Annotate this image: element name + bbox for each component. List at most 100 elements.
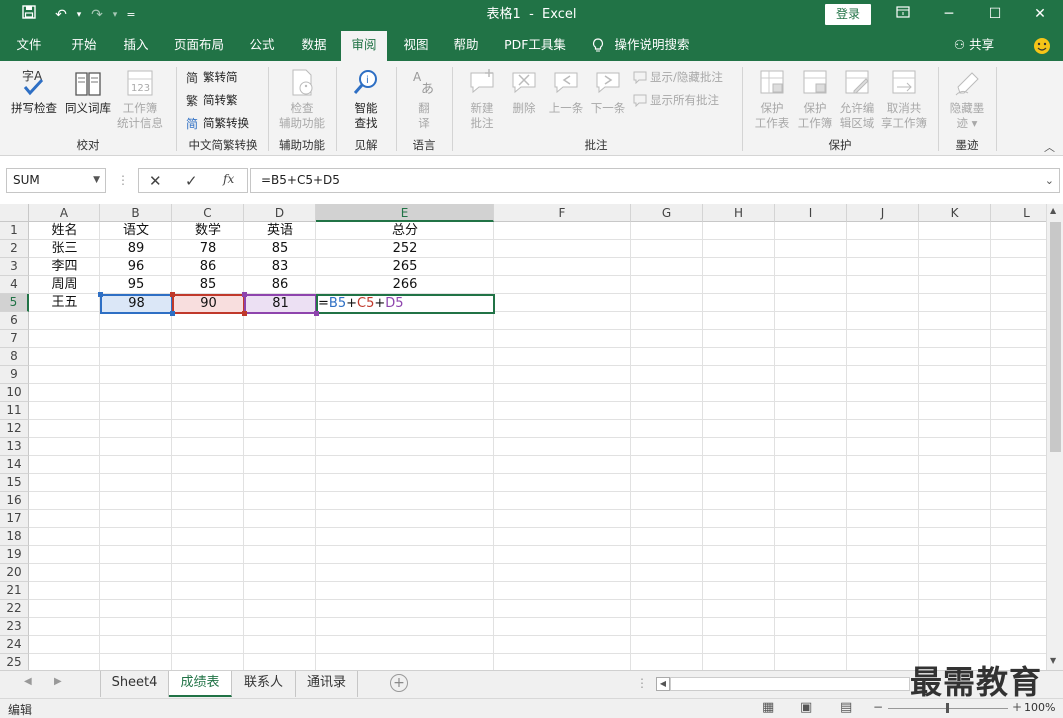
save-icon[interactable] xyxy=(18,4,40,26)
tab-home[interactable]: 开始 xyxy=(62,31,106,61)
column-header-f[interactable]: F xyxy=(494,204,631,222)
cell-a2[interactable]: 张三 xyxy=(29,240,100,258)
new-comment-button[interactable]: 新建 批注 xyxy=(460,67,504,131)
expand-formula-bar-icon[interactable]: ⌄ xyxy=(1045,169,1054,192)
row-header-1[interactable]: 1 xyxy=(0,222,29,240)
zoom-slider-thumb[interactable] xyxy=(946,703,949,713)
row-header-23[interactable]: 23 xyxy=(0,618,29,636)
formula-input[interactable]: =B5+C5+D5 ⌄ xyxy=(250,168,1060,193)
row-header-21[interactable]: 21 xyxy=(0,582,29,600)
enter-checkmark-icon[interactable]: ✓ xyxy=(185,172,198,190)
page-break-view-icon[interactable]: ▤ xyxy=(840,700,852,715)
tab-insert[interactable]: 插入 xyxy=(114,31,158,61)
column-header-h[interactable]: H xyxy=(703,204,775,222)
column-header-a[interactable]: A xyxy=(29,204,100,222)
workbook-statistics-button[interactable]: 123 工作簿 统计信息 xyxy=(114,67,166,131)
cell-e5-editing[interactable]: =B5+C5+D5 xyxy=(318,295,488,313)
row-header-24[interactable]: 24 xyxy=(0,636,29,654)
sheet-tab-grades[interactable]: 成绩表 xyxy=(169,671,232,697)
column-header-g[interactable]: G xyxy=(631,204,703,222)
close-icon[interactable]: ✕ xyxy=(1017,0,1063,29)
thesaurus-button[interactable]: 同义词库 xyxy=(62,67,114,116)
row-header-8[interactable]: 8 xyxy=(0,348,29,366)
sheet-tab-addressbook[interactable]: 通讯录 xyxy=(296,671,358,697)
cell-d4[interactable]: 86 xyxy=(244,276,316,294)
cell-d1[interactable]: 英语 xyxy=(244,222,316,240)
ribbon-display-options-icon[interactable] xyxy=(880,0,926,29)
maximize-icon[interactable]: ☐ xyxy=(972,0,1018,29)
row-header-22[interactable]: 22 xyxy=(0,600,29,618)
row-header-2[interactable]: 2 xyxy=(0,240,29,258)
ref-handle[interactable] xyxy=(314,311,319,316)
select-all-corner[interactable] xyxy=(0,204,29,222)
cell-a3[interactable]: 李四 xyxy=(29,258,100,276)
cell-a4[interactable]: 周周 xyxy=(29,276,100,294)
row-header-10[interactable]: 10 xyxy=(0,384,29,402)
column-header-b[interactable]: B xyxy=(100,204,172,222)
cell-b1[interactable]: 语文 xyxy=(100,222,172,240)
row-header-16[interactable]: 16 xyxy=(0,492,29,510)
tell-me-search[interactable]: 操作说明搜索 xyxy=(612,31,692,61)
row-header-7[interactable]: 7 xyxy=(0,330,29,348)
cell-c1[interactable]: 数学 xyxy=(172,222,244,240)
column-header-l[interactable]: L xyxy=(991,204,1046,222)
prev-sheet-icon[interactable]: ◀ xyxy=(24,676,32,687)
cell-c5[interactable]: 90 xyxy=(173,295,244,313)
sheet-tab-contacts[interactable]: 联系人 xyxy=(232,671,296,697)
tab-view[interactable]: 视图 xyxy=(394,31,438,61)
vertical-scrollbar[interactable]: ▲ ▼ xyxy=(1046,204,1063,670)
row-header-25[interactable]: 25 xyxy=(0,654,29,670)
cell-d2[interactable]: 85 xyxy=(244,240,316,258)
row-header-9[interactable]: 9 xyxy=(0,366,29,384)
insert-function-icon[interactable]: fx xyxy=(223,172,234,186)
cell-e2[interactable]: 252 xyxy=(316,240,494,258)
cell-d3[interactable]: 83 xyxy=(244,258,316,276)
tab-data[interactable]: 数据 xyxy=(292,31,336,61)
row-header-15[interactable]: 15 xyxy=(0,474,29,492)
cell-a1[interactable]: 姓名 xyxy=(29,222,100,240)
scroll-left-icon[interactable]: ◀ xyxy=(656,677,670,691)
add-sheet-icon[interactable]: + xyxy=(390,674,408,692)
ref-handle[interactable] xyxy=(170,292,175,297)
delete-comment-button[interactable]: 删除 xyxy=(504,67,544,116)
tab-formulas[interactable]: 公式 xyxy=(240,31,284,61)
column-header-i[interactable]: I xyxy=(775,204,847,222)
row-header-11[interactable]: 11 xyxy=(0,402,29,420)
name-box[interactable]: SUM ▼ xyxy=(6,168,106,193)
cell-a5[interactable]: 王五 xyxy=(29,294,100,312)
show-hide-comment-button[interactable]: 显示/隐藏批注 xyxy=(633,69,723,85)
translate-button[interactable]: Aあ 翻译 xyxy=(402,67,446,131)
column-header-d[interactable]: D xyxy=(244,204,316,222)
tab-help[interactable]: 帮助 xyxy=(444,31,488,61)
row-header-12[interactable]: 12 xyxy=(0,420,29,438)
protect-workbook-button[interactable]: 保护 工作簿 xyxy=(794,67,836,131)
minimize-icon[interactable]: ─ xyxy=(926,0,972,29)
tab-split-grip-icon[interactable]: ⋮ xyxy=(636,676,648,690)
chinese-conversion-button[interactable]: 简简繁转换 xyxy=(186,115,249,131)
cell-c4[interactable]: 85 xyxy=(172,276,244,294)
collapse-ribbon-icon[interactable]: ︿ xyxy=(1044,139,1055,155)
tab-file[interactable]: 文件 xyxy=(8,31,50,61)
smiley-feedback-icon[interactable] xyxy=(1030,31,1054,61)
row-header-3[interactable]: 3 xyxy=(0,258,29,276)
cell-b5[interactable]: 98 xyxy=(101,295,172,313)
next-sheet-icon[interactable]: ▶ xyxy=(54,676,62,687)
previous-comment-button[interactable]: 上一条 xyxy=(545,67,587,116)
customize-quick-access-icon[interactable]: = xyxy=(120,4,142,26)
traditional-to-simplified-button[interactable]: 简繁转简 xyxy=(186,69,238,85)
sheet-tab-sheet4[interactable]: Sheet4 xyxy=(101,671,169,697)
cell-b2[interactable]: 89 xyxy=(100,240,172,258)
scroll-thumb[interactable] xyxy=(1050,222,1061,452)
cell-b3[interactable]: 96 xyxy=(100,258,172,276)
cell-e1[interactable]: 总分 xyxy=(316,222,494,240)
spelling-button[interactable]: 字A 拼写检查 xyxy=(8,67,60,116)
cell-e4[interactable]: 266 xyxy=(316,276,494,294)
row-header-18[interactable]: 18 xyxy=(0,528,29,546)
cell-c2[interactable]: 78 xyxy=(172,240,244,258)
ref-handle[interactable] xyxy=(98,292,103,297)
simplified-to-traditional-button[interactable]: 繁简转繁 xyxy=(186,92,238,108)
ref-handle[interactable] xyxy=(170,311,175,316)
column-header-k[interactable]: K xyxy=(919,204,991,222)
worksheet-grid[interactable]: ABCDEFGHIJKL 1 2 3 4 5 6 7 8 9 10 11 12 13 14 15 16 17 18… xyxy=(0,204,1046,670)
tab-review[interactable]: 审阅 xyxy=(341,31,387,61)
